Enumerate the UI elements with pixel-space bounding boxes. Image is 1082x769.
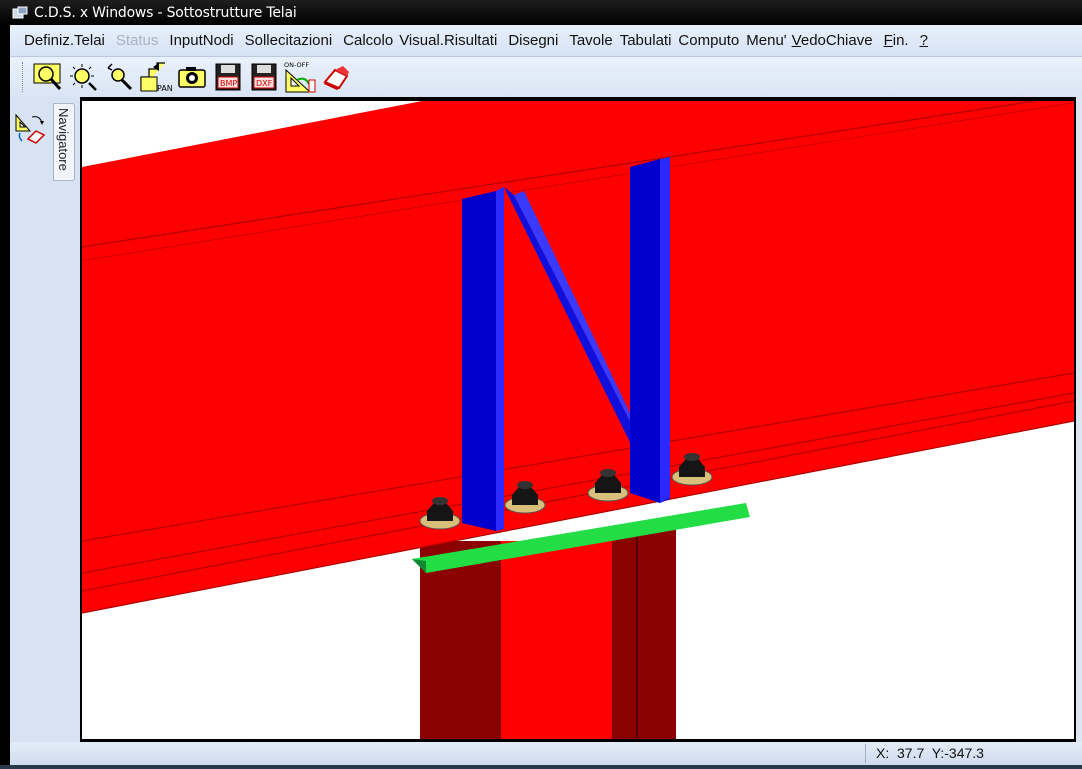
menu-fin-accel: F — [883, 32, 893, 49]
menu-vedochiave-accel: V — [791, 32, 801, 49]
menu-sollecitazioni[interactable]: Sollecitazioni — [245, 32, 333, 49]
stiffener-right-face — [630, 159, 660, 503]
save-dxf-icon: DXF — [251, 63, 277, 91]
cursor-coordinates: X: 37.7 Y:-347.3 — [876, 745, 984, 761]
right-border — [1076, 97, 1082, 742]
bmp-label: BMP — [220, 79, 237, 88]
x-label: X: — [876, 745, 890, 761]
menu-computo[interactable]: Computo — [678, 32, 739, 49]
column-right-flange — [612, 521, 676, 739]
cds-app-icon — [12, 6, 28, 18]
taskbar-edge — [0, 765, 1082, 769]
dxf-label: DXF — [256, 79, 273, 88]
eraser-button[interactable] — [318, 60, 354, 94]
column-web — [500, 541, 612, 739]
menu-status[interactable]: Status — [116, 32, 159, 49]
window-title: C.D.S. x Windows - Sottostrutture Telai — [34, 4, 297, 21]
stiffener-left-edge — [496, 187, 504, 531]
zoom-window-icon — [33, 63, 62, 91]
camera-icon — [178, 67, 206, 88]
zoom-window-button[interactable] — [30, 60, 66, 94]
on-off-toggle-button[interactable]: ON-OFF — [282, 60, 318, 94]
toolbar-grip[interactable] — [22, 62, 24, 92]
zoom-all-icon — [70, 64, 97, 91]
zoom-out-icon — [107, 63, 133, 91]
status-bar: X: 37.7 Y:-347.3 — [10, 742, 1082, 765]
menu-fin-rest: in. — [892, 32, 909, 49]
save-dxf-button[interactable]: DXF — [246, 60, 282, 94]
menu-help-label: ? — [919, 32, 928, 49]
menu-vedochiave[interactable]: VedoChiave — [792, 32, 873, 49]
menu-inputnodi[interactable]: InputNodi — [169, 32, 233, 49]
menu-visual-risultati[interactable]: Visual.Risultati — [399, 32, 497, 49]
navigator-tab-label: Navigatore — [56, 108, 71, 171]
on-off-label: ON-OFF — [284, 61, 309, 69]
x-value: 37.7 — [897, 745, 925, 761]
title-bar: C.D.S. x Windows - Sottostrutture Telai — [0, 0, 1082, 25]
save-bmp-icon: BMP — [215, 63, 241, 91]
menu-tavole[interactable]: Tavole — [569, 32, 612, 49]
navigator-tool-icon[interactable] — [14, 111, 48, 145]
camera-button[interactable] — [174, 60, 210, 94]
pan-icon: PAN — [140, 62, 173, 93]
on-off-toggle-icon: ON-OFF — [284, 61, 316, 93]
navigator-tab[interactable]: Navigatore — [53, 103, 75, 181]
navigator-panel: Navigatore — [10, 97, 80, 742]
save-bmp-button[interactable]: BMP — [210, 60, 246, 94]
zoom-all-button[interactable] — [66, 60, 102, 94]
graphics-viewport[interactable] — [80, 99, 1076, 741]
stiffener-right-edge — [660, 157, 670, 503]
y-label: Y: — [931, 745, 945, 761]
menu-menu[interactable]: Menu' — [746, 32, 786, 49]
menu-definiz-telai[interactable]: Definiz.Telai — [24, 32, 105, 49]
pan-button[interactable]: PAN — [138, 60, 174, 94]
zoom-out-button[interactable] — [102, 60, 138, 94]
y-value: -347.3 — [944, 745, 984, 761]
menu-calcolo[interactable]: Calcolo — [343, 32, 393, 49]
toolbar: PAN BMP DXF ON-OFF — [10, 57, 1082, 97]
menu-bar: Definiz.Telai Status InputNodi Sollecita… — [10, 25, 1082, 57]
status-divider — [865, 744, 866, 763]
menu-help[interactable]: ? — [920, 32, 928, 49]
stiffener-left-face — [462, 191, 496, 531]
pan-label: PAN — [157, 84, 173, 93]
eraser-icon — [323, 66, 349, 90]
menu-vedochiave-rest: edoChiave — [800, 32, 873, 49]
scene-3d — [82, 101, 1074, 739]
menu-disegni[interactable]: Disegni — [508, 32, 558, 49]
menu-fin[interactable]: Fin. — [884, 32, 909, 49]
menu-tabulati[interactable]: Tabulati — [620, 32, 672, 49]
